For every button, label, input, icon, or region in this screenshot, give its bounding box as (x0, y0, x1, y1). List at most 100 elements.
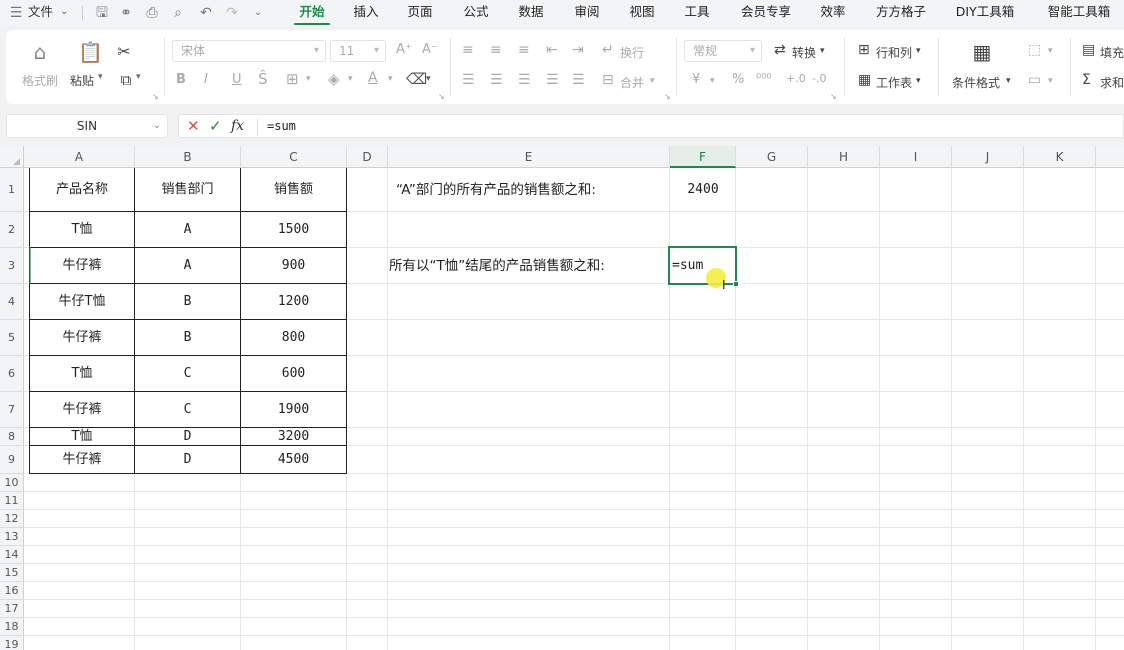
tab-view[interactable]: 视图 (624, 0, 660, 26)
product-cell[interactable]: T恤 (30, 356, 134, 391)
fill-button[interactable]: 填充 (1100, 44, 1124, 61)
more-icon[interactable]: ⌄ (248, 3, 268, 23)
strikethrough-icon[interactable]: Ŝ (258, 70, 268, 88)
menu-icon[interactable]: ☰ (6, 3, 26, 23)
sales-cell[interactable]: 1200 (241, 284, 346, 319)
row-header[interactable]: 4 (0, 284, 24, 320)
expand-icon[interactable]: ↘ (830, 92, 837, 101)
department-cell[interactable]: C (135, 356, 240, 391)
formula-text[interactable]: =sum (267, 115, 296, 137)
percent-icon[interactable]: % (732, 72, 744, 87)
tab-insert[interactable]: 插入 (348, 0, 384, 26)
column-header-e[interactable]: E (388, 146, 670, 168)
fill-handle[interactable] (733, 281, 739, 287)
department-cell[interactable]: D (135, 428, 240, 445)
wrap-button[interactable]: 换行 (620, 44, 644, 61)
row-header[interactable]: 7 (0, 392, 24, 428)
tab-efficiency[interactable]: 效率 (815, 0, 851, 26)
product-cell[interactable]: T恤 (30, 428, 134, 445)
question-1-text[interactable]: “A”部门的所有产品的销售额之和: (396, 168, 596, 212)
tab-member[interactable]: 会员专享 (735, 0, 797, 26)
formula-input[interactable]: ✕ ✓ fx =sum (178, 114, 1124, 138)
select-all-corner[interactable] (0, 146, 24, 168)
conditional-format-button[interactable]: 条件格式 (952, 74, 1000, 91)
italic-button[interactable]: I (204, 72, 208, 87)
tab-formula[interactable]: 公式 (458, 0, 494, 26)
chevron-down-icon[interactable]: ▾ (650, 76, 655, 86)
department-cell[interactable]: C (135, 392, 240, 427)
column-header-h[interactable]: H (808, 146, 880, 168)
sum-button[interactable]: 求和 (1100, 74, 1124, 91)
row-header[interactable]: 2 (0, 212, 24, 248)
tab-diy-toolbox[interactable]: DIY工具箱 (952, 0, 1018, 26)
column-header-j[interactable]: J (952, 146, 1024, 168)
product-cell[interactable]: 牛仔裤 (30, 446, 134, 473)
justify-icon[interactable]: ☰ (546, 72, 559, 88)
product-cell[interactable]: 牛仔裤 (30, 320, 134, 355)
align-top-icon[interactable]: ≡ (462, 42, 474, 58)
row-header[interactable]: 12 (0, 510, 24, 528)
column-header-l[interactable] (1096, 146, 1124, 168)
tab-smart-toolbox[interactable]: 智能工具箱 (1040, 0, 1118, 26)
row-header[interactable]: 9 (0, 446, 24, 474)
convert-button[interactable]: 转换 (792, 44, 816, 61)
question-2-text[interactable]: 所有以“T恤”结尾的产品销售额之和: (389, 248, 605, 284)
row-header[interactable]: 3 (0, 248, 24, 284)
name-box[interactable]: SIN ⌄ (6, 114, 168, 138)
indent-increase-icon[interactable]: ⇥ (572, 42, 584, 58)
row-header[interactable]: 11 (0, 492, 24, 510)
column-header-b[interactable]: B (135, 146, 241, 168)
department-cell[interactable]: A (135, 212, 240, 247)
clear-format-icon[interactable]: ⌫ (406, 70, 427, 88)
distribute-icon[interactable]: ☰ (572, 72, 585, 88)
table-header-cell[interactable]: 销售额 (241, 168, 346, 211)
thousands-icon[interactable]: ⁰⁰⁰ (756, 72, 772, 87)
sales-cell[interactable]: 1900 (241, 392, 346, 427)
confirm-icon[interactable]: ✓ (209, 117, 222, 135)
table-header-cell[interactable]: 销售部门 (135, 168, 240, 211)
chevron-down-icon[interactable]: ⌄ (60, 0, 68, 24)
row-header[interactable]: 6 (0, 356, 24, 392)
row-header[interactable]: 14 (0, 546, 24, 564)
font-shrink-button[interactable]: A⁻ (422, 42, 438, 57)
product-cell[interactable]: T恤 (30, 212, 134, 247)
table-header-cell[interactable]: 产品名称 (30, 168, 134, 211)
tab-fangfang[interactable]: 方方格子 (870, 0, 932, 26)
chevron-down-icon[interactable]: ▾ (1048, 76, 1053, 86)
chevron-down-icon[interactable]: ▾ (388, 74, 393, 84)
cancel-icon[interactable]: ✕ (187, 117, 200, 135)
rows-cols-button[interactable]: 行和列 (876, 44, 912, 61)
row-header[interactable]: 15 (0, 564, 24, 582)
file-menu[interactable]: 文件 (28, 0, 53, 24)
worksheet-button[interactable]: 工作表 (876, 74, 912, 91)
column-header-k[interactable]: K (1024, 146, 1096, 168)
row-header[interactable]: 18 (0, 618, 24, 636)
paste-button[interactable]: 粘贴 (70, 72, 94, 89)
tab-page[interactable]: 页面 (402, 0, 438, 26)
tab-tools[interactable]: 工具 (679, 0, 715, 26)
row-header[interactable]: 10 (0, 474, 24, 492)
redo-icon[interactable]: ↷ (222, 3, 242, 23)
underline-button[interactable]: U (232, 72, 242, 87)
chevron-down-icon[interactable]: ▾ (1048, 46, 1053, 56)
copy-icon[interactable]: ⧉ (116, 70, 136, 90)
expand-icon[interactable]: ↘ (438, 92, 445, 101)
chevron-down-icon[interactable]: ▾ (710, 76, 715, 86)
increase-decimal-icon[interactable]: +.0 (786, 72, 806, 85)
row-header[interactable]: 5 (0, 320, 24, 356)
spreadsheet-grid[interactable]: A B C D E F G H I J K 1 2 3 4 5 6 7 8 9 … (0, 146, 1124, 650)
expand-icon[interactable]: ↘ (664, 92, 671, 101)
indent-decrease-icon[interactable]: ⇤ (546, 42, 558, 58)
align-right-icon[interactable]: ☰ (518, 72, 531, 88)
sales-cell[interactable]: 3200 (241, 428, 346, 445)
share-icon[interactable]: ⚭ (116, 3, 136, 23)
answer-1-cell[interactable]: 2400 (670, 168, 736, 212)
font-name-select[interactable]: 宋体 ▾ (172, 40, 326, 62)
chevron-down-icon[interactable]: ▾ (306, 74, 311, 84)
department-cell[interactable]: D (135, 446, 240, 473)
sales-cell[interactable]: 4500 (241, 446, 346, 473)
align-bottom-icon[interactable]: ≡ (518, 42, 530, 58)
column-header-c[interactable]: C (241, 146, 347, 168)
row-header[interactable]: 19 (0, 636, 24, 650)
product-cell[interactable]: 牛仔T恤 (30, 284, 134, 319)
